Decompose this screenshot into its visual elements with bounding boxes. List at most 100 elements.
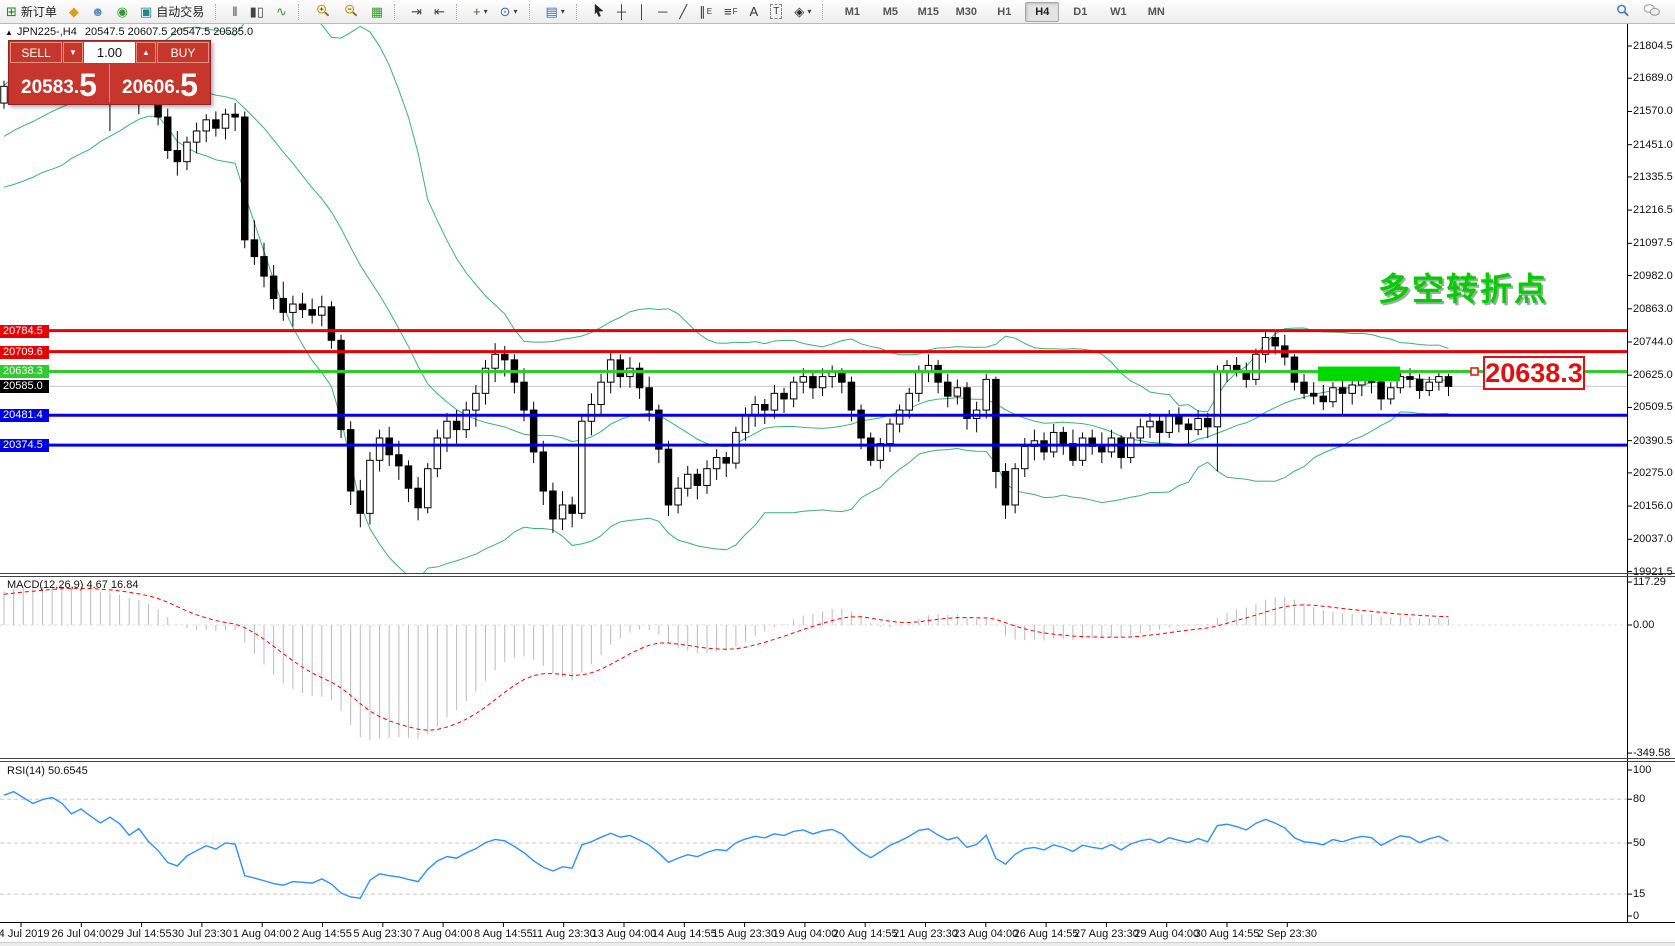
indicator-windows-button[interactable]: ▤ ▾	[541, 1, 570, 23]
fibonacci-button[interactable]: ≡ F	[719, 1, 742, 23]
zoom-in-button[interactable]	[310, 1, 336, 23]
tile-windows-button[interactable]: ▦	[366, 1, 388, 23]
buy-price[interactable]: 20606. 5	[110, 64, 210, 102]
indicators-button[interactable]: + ▾	[468, 1, 493, 23]
profile-button[interactable]: ☻	[86, 1, 110, 23]
profile-icon: ☻	[90, 3, 105, 19]
candle-down	[992, 378, 1000, 472]
arrows-button[interactable]: ◈ ▾	[789, 1, 816, 23]
auto-scroll-button[interactable]: ⇥	[406, 1, 427, 23]
styler-button[interactable]: ◆	[64, 1, 84, 23]
candle-down	[568, 504, 576, 514]
horizontal-line-button[interactable]: ─	[653, 1, 672, 23]
candle-up	[674, 487, 682, 506]
time-tick-label: 26 Aug 14:55	[1013, 928, 1079, 940]
arrows-dropdown-caret[interactable]: ▾	[807, 7, 811, 16]
candle-down	[1117, 437, 1125, 459]
indicators-dropdown-caret[interactable]: ▾	[484, 7, 488, 16]
candle-up	[0, 85, 8, 104]
toolbar-group-templates: ▤ ▾	[540, 1, 571, 23]
candle-up	[915, 370, 923, 394]
buy-button[interactable]: BUY	[157, 42, 209, 63]
price-tick-label: 20156.0	[1633, 500, 1673, 513]
callout-anchor-handle[interactable]	[1470, 367, 1479, 376]
timeframe-mn-button[interactable]: MN	[1139, 2, 1173, 22]
search-icon	[1615, 3, 1631, 21]
candle-up	[1435, 376, 1443, 383]
macd-tick-label: 0.00	[1633, 619, 1655, 631]
vertical-line-button[interactable]: │	[633, 1, 651, 23]
support-line-1-price-tag: 20481.4	[0, 409, 49, 423]
macd-indicator-label: MACD(12,26,9) 4.67 16.84	[7, 579, 139, 591]
candle-up	[462, 409, 470, 431]
timeframe-m5-button[interactable]: M5	[873, 2, 907, 22]
candle-up	[799, 376, 808, 383]
sell-price[interactable]: 20583. 5	[9, 64, 110, 102]
text-button[interactable]: A	[745, 1, 764, 23]
buy-price-frac: 5	[180, 67, 198, 103]
line-chart-button[interactable]: ∿	[271, 1, 292, 23]
fibonacci-icon: ≡	[724, 3, 732, 19]
zoom-out-button[interactable]	[338, 1, 364, 23]
pivot-line-price-tag: 20638.3	[0, 365, 49, 379]
rsi-line	[3, 790, 1449, 899]
toolbar-separator	[394, 3, 401, 20]
periods-dropdown-caret[interactable]: ▾	[513, 7, 517, 16]
timeframe-h4-button[interactable]: H4	[1025, 1, 1060, 22]
new-order-button[interactable]: ⊞ 新订单	[1, 1, 62, 23]
candle-down	[1415, 378, 1424, 392]
buy-price-main: 20606	[122, 77, 175, 98]
indicator-windows-dropdown-caret[interactable]: ▾	[561, 7, 565, 16]
timeframe-d1-button[interactable]: D1	[1063, 2, 1097, 22]
sell-button[interactable]: SELL	[10, 42, 62, 63]
timeframe-m1-button[interactable]: M1	[835, 2, 869, 22]
candle-up	[289, 303, 297, 313]
bar-chart-button[interactable]: ‖	[227, 1, 242, 23]
candle-down	[1338, 387, 1347, 394]
annotation-text[interactable]: 多空转折点	[1378, 264, 1548, 310]
timeframe-h1-button[interactable]: H1	[987, 2, 1021, 22]
chart-shift-button[interactable]: ⇤	[429, 1, 450, 23]
signals-button[interactable]: ◉	[112, 1, 133, 23]
candle-down	[520, 381, 528, 411]
toolbar-right-group	[1609, 1, 1667, 23]
time-tick-label: 8 Aug 14:55	[474, 928, 533, 940]
candle-up	[770, 392, 779, 411]
search-button[interactable]	[1610, 1, 1636, 23]
volume-input[interactable]: 1.00	[84, 42, 135, 63]
price-tick-label: 21216.5	[1633, 204, 1673, 217]
candle-down	[1444, 376, 1453, 387]
volume-increase-button[interactable]: ▲	[136, 42, 156, 63]
timeframe-m15-button[interactable]: M15	[911, 2, 945, 22]
community-chat-button[interactable]	[1638, 1, 1666, 23]
candle-up	[703, 468, 711, 486]
crosshair-button[interactable]: ┼	[612, 1, 631, 23]
timeframe-w1-button[interactable]: W1	[1101, 2, 1135, 22]
trendline-button[interactable]: ╱	[674, 1, 692, 23]
price-tick-label: 20744.0	[1633, 335, 1673, 348]
candle-down	[1059, 431, 1068, 445]
periods-button[interactable]: ⊙ ▾	[495, 1, 523, 23]
one-click-panel-toggle[interactable]: ▲	[5, 28, 13, 37]
candlestick-chart-button[interactable]: ▮▯	[245, 1, 269, 23]
candle-down	[414, 487, 422, 509]
signals-icon: ◉	[116, 3, 128, 19]
equidistant-channel-button[interactable]: ∥ E	[694, 1, 717, 23]
cursor-button[interactable]	[588, 1, 610, 23]
candle-down	[298, 303, 307, 311]
rsi-tick-label: 50	[1633, 837, 1646, 849]
volume-decrease-button[interactable]: ▼	[63, 42, 83, 63]
price-tick-label: 20509.5	[1633, 401, 1673, 414]
autotrading-button[interactable]: ▣ 自动交易	[135, 1, 209, 23]
candle-down	[645, 387, 653, 411]
price-tick-label: 21451.0	[1633, 138, 1673, 151]
candle-up	[192, 130, 201, 143]
price-callout-label[interactable]: 20638.3	[1483, 356, 1585, 390]
bollinger-middle-band	[3, 80, 1449, 448]
timeframe-m30-button[interactable]: M30	[949, 2, 983, 22]
candle-down	[279, 297, 288, 313]
zoom-in-icon	[315, 3, 331, 21]
candle-up	[712, 457, 721, 470]
text-label-button[interactable]: T	[765, 1, 787, 23]
highlight-zone-box[interactable]	[1318, 366, 1400, 382]
